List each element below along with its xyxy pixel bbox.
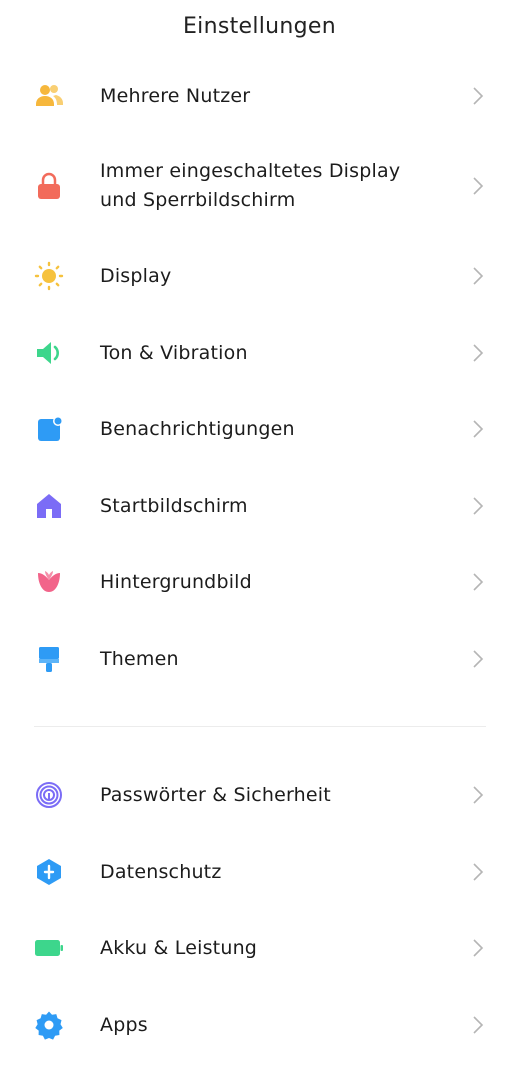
settings-item-sound-vibration[interactable]: Ton & Vibration <box>0 337 519 369</box>
tulip-icon <box>34 567 64 597</box>
settings-item-label: Mehrere Nutzer <box>100 84 251 107</box>
settings-item-label: Themen <box>100 647 179 670</box>
sun-icon <box>34 261 64 291</box>
settings-item-wallpaper[interactable]: Hintergrundbild <box>0 566 519 598</box>
settings-item-passwords-security[interactable]: Passwörter & Sicherheit <box>0 779 519 811</box>
chevron-right-icon <box>470 265 486 287</box>
settings-item-home-screen[interactable]: Startbildschirm <box>0 490 519 522</box>
settings-item-label: Benachrichtigungen <box>100 417 295 440</box>
settings-item-privacy[interactable]: Datenschutz <box>0 856 519 888</box>
battery-icon <box>34 933 64 963</box>
chevron-right-icon <box>470 418 486 440</box>
settings-item-display[interactable]: Display <box>0 260 519 292</box>
chevron-right-icon <box>470 175 486 197</box>
lock-icon <box>34 171 64 201</box>
section-divider <box>34 726 486 727</box>
settings-item-themes[interactable]: Themen <box>0 643 519 675</box>
chevron-right-icon <box>470 784 486 806</box>
settings-item-label: Immer eingeschaltetes Display und Sperrb… <box>100 160 401 211</box>
chevron-right-icon <box>470 937 486 959</box>
settings-item-label: Display <box>100 264 172 287</box>
users-icon <box>34 81 64 111</box>
settings-item-notifications[interactable]: Benachrichtigungen <box>0 413 519 445</box>
page-title: Einstellungen <box>182 14 337 39</box>
speaker-icon <box>34 338 64 368</box>
notification-icon <box>34 414 64 444</box>
settings-item-label: Datenschutz <box>100 860 222 883</box>
home-icon <box>34 491 64 521</box>
settings-item-label: Hintergrundbild <box>100 570 252 593</box>
settings-item-label: Akku & Leistung <box>100 936 258 959</box>
settings-item-battery-performance[interactable]: Akku & Leistung <box>0 932 519 964</box>
chevron-right-icon <box>470 1014 486 1036</box>
chevron-right-icon <box>470 861 486 883</box>
chevron-right-icon <box>470 495 486 517</box>
settings-item-label: Apps <box>100 1013 148 1036</box>
chevron-right-icon <box>470 342 486 364</box>
settings-item-label: Startbildschirm <box>100 494 248 517</box>
settings-item-apps[interactable]: Apps <box>0 1009 519 1041</box>
fingerprint-icon <box>34 780 64 810</box>
chevron-right-icon <box>470 648 486 670</box>
settings-item-multiple-users[interactable]: Mehrere Nutzer <box>0 80 519 112</box>
gear-icon <box>34 1010 64 1040</box>
shield-icon <box>34 857 64 887</box>
settings-item-always-on-display[interactable]: Immer eingeschaltetes Display und Sperrb… <box>0 156 519 216</box>
paintbrush-icon <box>34 644 64 674</box>
settings-item-label: Ton & Vibration <box>100 341 248 364</box>
chevron-right-icon <box>470 85 486 107</box>
settings-item-label: Passwörter & Sicherheit <box>100 783 331 806</box>
chevron-right-icon <box>470 571 486 593</box>
